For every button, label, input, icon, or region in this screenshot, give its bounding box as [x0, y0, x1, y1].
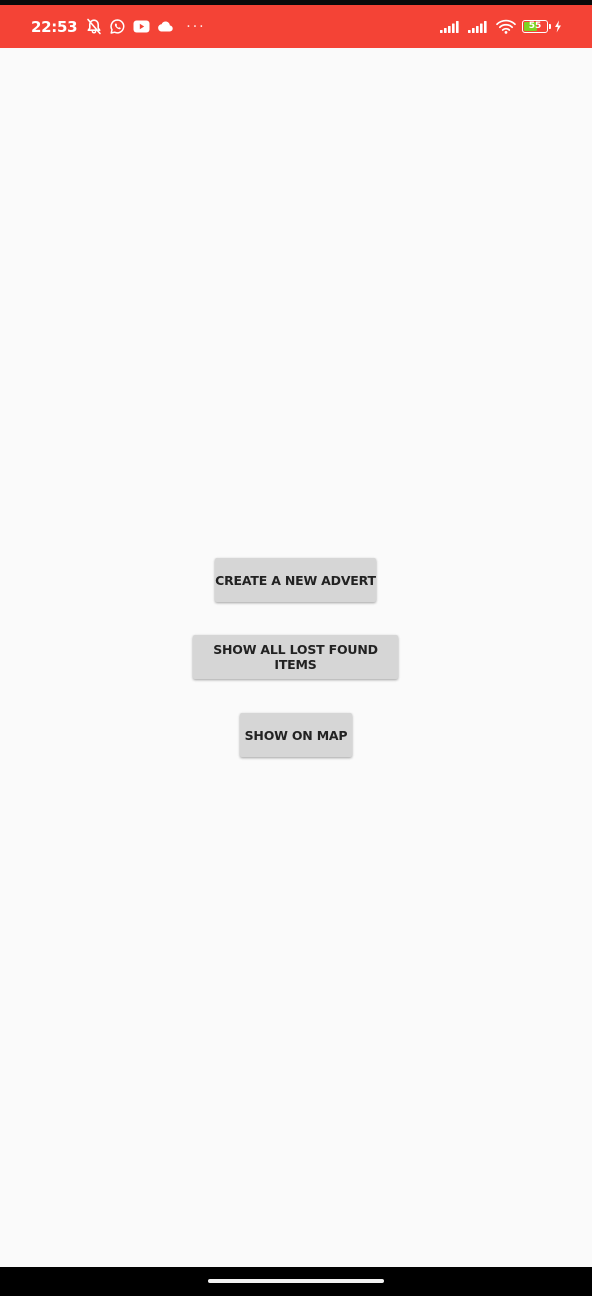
cloud-icon — [157, 21, 173, 32]
signal-1-icon — [440, 20, 462, 33]
show-on-map-button[interactable]: SHOW ON MAP — [240, 713, 352, 757]
status-right-group: 55 — [440, 5, 562, 48]
more-notifications-indicator: ··· — [186, 18, 206, 35]
status-time: 22:53 — [31, 17, 78, 36]
create-advert-button[interactable]: CREATE A NEW ADVERT — [215, 558, 376, 602]
battery-level: 55 — [528, 21, 542, 31]
home-indicator[interactable] — [208, 1279, 384, 1283]
wifi-icon — [496, 19, 516, 34]
status-left-group: 22:53 ··· — [31, 5, 206, 48]
show-all-lost-found-items-button[interactable]: SHOW ALL LOST FOUND ITEMS — [193, 635, 398, 679]
charging-icon — [554, 20, 562, 33]
signal-2-icon — [468, 20, 490, 33]
battery-icon: 55 — [522, 20, 551, 33]
whatsapp-icon — [109, 18, 126, 35]
main-content: CREATE A NEW ADVERT SHOW ALL LOST FOUND … — [0, 48, 592, 1267]
notifications-off-icon — [86, 18, 102, 35]
navigation-bar — [0, 1267, 592, 1296]
youtube-icon — [133, 20, 150, 33]
status-bar: 22:53 ··· 55 — [0, 5, 592, 48]
